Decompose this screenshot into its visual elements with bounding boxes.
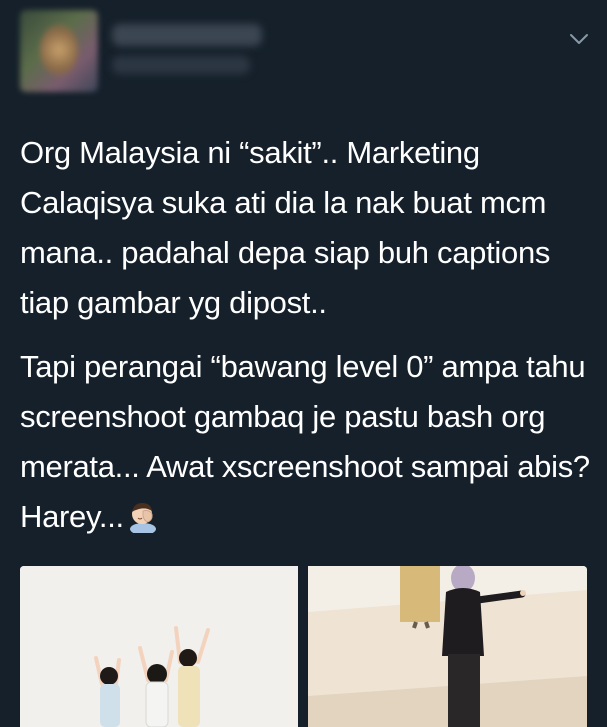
username-redacted [112, 56, 250, 74]
media-image-2[interactable] [308, 566, 587, 727]
chevron-down-icon[interactable] [566, 26, 592, 52]
tweet-paragraph-2: Tapi perangai “bawang level 0” ampa tahu… [20, 342, 595, 542]
man-facepalming-icon [126, 498, 160, 535]
tweet-media [20, 566, 587, 727]
tweet-paragraph-1: Org Malaysia ni “sakit”.. Marketing Cala… [20, 135, 551, 320]
tweet-paragraph-2-text: Tapi perangai “bawang level 0” ampa tahu… [20, 349, 590, 534]
tweet-header [0, 0, 607, 100]
tweet-text: Org Malaysia ni “sakit”.. Marketing Cala… [20, 128, 595, 542]
media-image-1[interactable] [20, 566, 298, 727]
display-name-redacted[interactable] [112, 24, 262, 46]
avatar[interactable] [20, 10, 98, 92]
